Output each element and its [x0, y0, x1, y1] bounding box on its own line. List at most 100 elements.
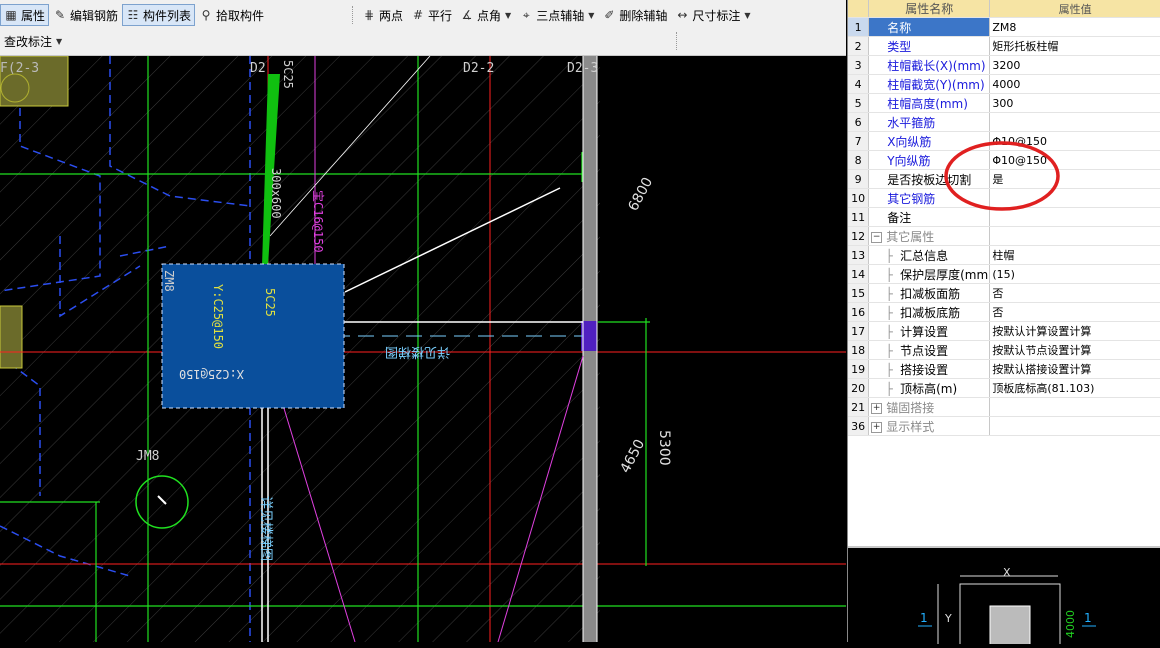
two-point-button[interactable]: ⋕ 两点: [358, 4, 407, 26]
tree-connector: ├: [871, 286, 901, 301]
property-row[interactable]: 2 类型 矩形托板柱帽: [848, 36, 1160, 56]
three-point-axis-button[interactable]: ⌖ 三点辅轴 ▼: [515, 4, 598, 26]
row-number: 4: [848, 74, 870, 94]
property-name-text: 保护层厚度(mm): [900, 267, 990, 282]
property-table: 属性名称 属性值 1 名称 ZM8 2 类型 矩形托板柱帽 3 柱帽截长(X)(mm) 3200…: [848, 0, 1160, 436]
two-point-icon: ⋕: [363, 8, 375, 22]
property-row[interactable]: 12− 其它属性: [848, 226, 1160, 246]
property-value[interactable]: [989, 397, 1160, 417]
rebar-label-5c25-top: 5C25: [281, 60, 295, 89]
property-value[interactable]: 300: [989, 93, 1160, 113]
row-number: 18: [848, 340, 870, 360]
tree-connector: ├: [871, 305, 901, 320]
property-row[interactable]: 6 水平箍筋: [848, 112, 1160, 132]
preview-x-label: X: [1003, 566, 1011, 579]
expand-icon[interactable]: +: [871, 402, 883, 414]
collapse-icon[interactable]: −: [871, 231, 883, 243]
property-value[interactable]: 按默认计算设置计算: [989, 321, 1160, 341]
axis-label-d2-2: D2-2: [463, 61, 494, 76]
property-name: 名称: [868, 17, 991, 37]
magenta-rebar-label: 宝C16@150: [311, 190, 325, 253]
pick-component-button[interactable]: ⚲ 拾取构件: [195, 4, 268, 26]
property-value[interactable]: 顶板底标高(81.103): [989, 378, 1160, 398]
row-number: 6: [848, 112, 870, 132]
property-name-text: 名称: [887, 20, 912, 35]
property-name: + 锚固搭接: [868, 397, 991, 417]
property-name: 柱帽高度(mm): [868, 93, 991, 113]
property-name: ├ 汇总信息: [868, 245, 991, 265]
property-row[interactable]: 15 ├ 扣减板面筋否: [848, 283, 1160, 303]
detail-reference-label-vertical: 详见楼梯图: [258, 496, 273, 561]
jm8-label: JM8: [136, 449, 159, 464]
property-value[interactable]: ZM8: [989, 17, 1160, 37]
property-name-text: 备注: [887, 210, 912, 225]
row-number: 10: [848, 188, 870, 208]
drawing-canvas[interactable]: D2 D2-2 D2-3 F(2-3 JM8 5C25 300x600 宝C16…: [0, 56, 846, 642]
row-number: 8: [848, 150, 870, 170]
property-value[interactable]: 否: [989, 283, 1160, 303]
property-value[interactable]: [989, 112, 1160, 132]
component-list-icon: ☷: [127, 8, 139, 22]
property-value[interactable]: 否: [989, 302, 1160, 322]
delete-axis-button[interactable]: ✐ 删除辅轴: [598, 4, 671, 26]
property-value[interactable]: 柱帽: [989, 245, 1160, 265]
tree-connector: ├: [871, 248, 901, 263]
property-value[interactable]: 3200: [989, 55, 1160, 75]
component-list-button[interactable]: ☷ 构件列表: [122, 4, 196, 26]
property-name: ├ 扣减板面筋: [868, 283, 991, 303]
chevron-down-icon: ▼: [56, 36, 63, 46]
property-row[interactable]: 17 ├ 计算设置 按默认计算设置计算: [848, 321, 1160, 341]
property-name: − 其它属性: [868, 226, 991, 246]
edit-rebar-button[interactable]: ✎ 编辑钢筋: [49, 4, 122, 26]
point-angle-icon: ∡: [461, 8, 473, 22]
property-name-text: 锚固搭接: [886, 400, 935, 415]
axis-label-d2: D2: [250, 61, 266, 76]
tree-connector: ├: [871, 381, 901, 396]
dimension-button[interactable]: ↔ 尺寸标注 ▼: [671, 4, 754, 26]
property-value[interactable]: [989, 416, 1160, 436]
beam-size-label: 300x600: [269, 168, 283, 219]
column-cap-zm8[interactable]: [161, 263, 345, 409]
property-row[interactable]: 14 ├ 保护层厚度(mm) (15): [848, 264, 1160, 284]
property-row[interactable]: 21 + 锚固搭接: [848, 397, 1160, 417]
expand-icon[interactable]: +: [871, 421, 883, 433]
property-button[interactable]: ▦ 属性: [0, 4, 50, 26]
section-mark-right: 1: [1084, 611, 1092, 625]
tree-connector: ├: [871, 324, 901, 339]
drawing-toolbar: ▦ 属性 ✎ 编辑钢筋 ☷ 构件列表 ⚲ 拾取构件 ⋕ 两点 # 平行 ∡ 点角 ▼ ⌖ 三点辅轴…: [0, 0, 846, 56]
property-value[interactable]: [989, 226, 1160, 246]
property-row[interactable]: 5 柱帽高度(mm) 300: [848, 93, 1160, 113]
preview-dimension-4000: 4000: [1064, 610, 1077, 638]
tree-connector: ├: [871, 362, 901, 377]
property-value[interactable]: (15): [989, 264, 1160, 284]
property-row[interactable]: 18 ├ 节点设置 按默认节点设置计算: [848, 340, 1160, 360]
point-angle-button[interactable]: ∡ 点角 ▼: [456, 4, 515, 26]
highlight-circle: [944, 141, 1060, 211]
property-name: ├ 扣减板底筋: [868, 302, 991, 322]
property-icon: ▦: [5, 8, 17, 22]
property-row[interactable]: 16 ├ 扣减板底筋否: [848, 302, 1160, 322]
axis-label-f2-3: F(2-3: [0, 61, 39, 76]
property-row[interactable]: 3 柱帽截长(X)(mm) 3200: [848, 55, 1160, 75]
column-block[interactable]: [0, 305, 23, 369]
property-value[interactable]: 按默认搭接设置计算: [989, 359, 1160, 379]
row-number: 12: [848, 226, 870, 246]
toolbar-row-2: 查改标注 ▼: [0, 28, 677, 54]
column-section-hatched: [989, 605, 1031, 647]
property-name-text: 计算设置: [900, 324, 949, 339]
property-value[interactable]: 矩形托板柱帽: [989, 36, 1160, 56]
property-row[interactable]: 4 柱帽截宽(Y)(mm) 4000: [848, 74, 1160, 94]
property-row[interactable]: 13 ├ 汇总信息 柱帽: [848, 245, 1160, 265]
property-row[interactable]: 19 ├ 搭接设置 按默认搭接设置计算: [848, 359, 1160, 379]
property-name-text: 显示样式: [886, 419, 935, 434]
detail-reference-label: 详见楼梯图: [385, 344, 450, 359]
check-annotation-button[interactable]: 查改标注 ▼: [0, 30, 66, 52]
property-row[interactable]: 1 名称 ZM8: [848, 17, 1160, 37]
property-row[interactable]: 36 + 显示样式: [848, 416, 1160, 436]
parallel-button[interactable]: # 平行: [407, 4, 456, 26]
property-row[interactable]: 20 ├ 顶标高(m) 顶板底标高(81.103): [848, 378, 1160, 398]
row-number: 5: [848, 93, 870, 113]
property-name: 类型: [868, 36, 991, 56]
property-value[interactable]: 4000: [989, 74, 1160, 94]
property-value[interactable]: 按默认节点设置计算: [989, 340, 1160, 360]
